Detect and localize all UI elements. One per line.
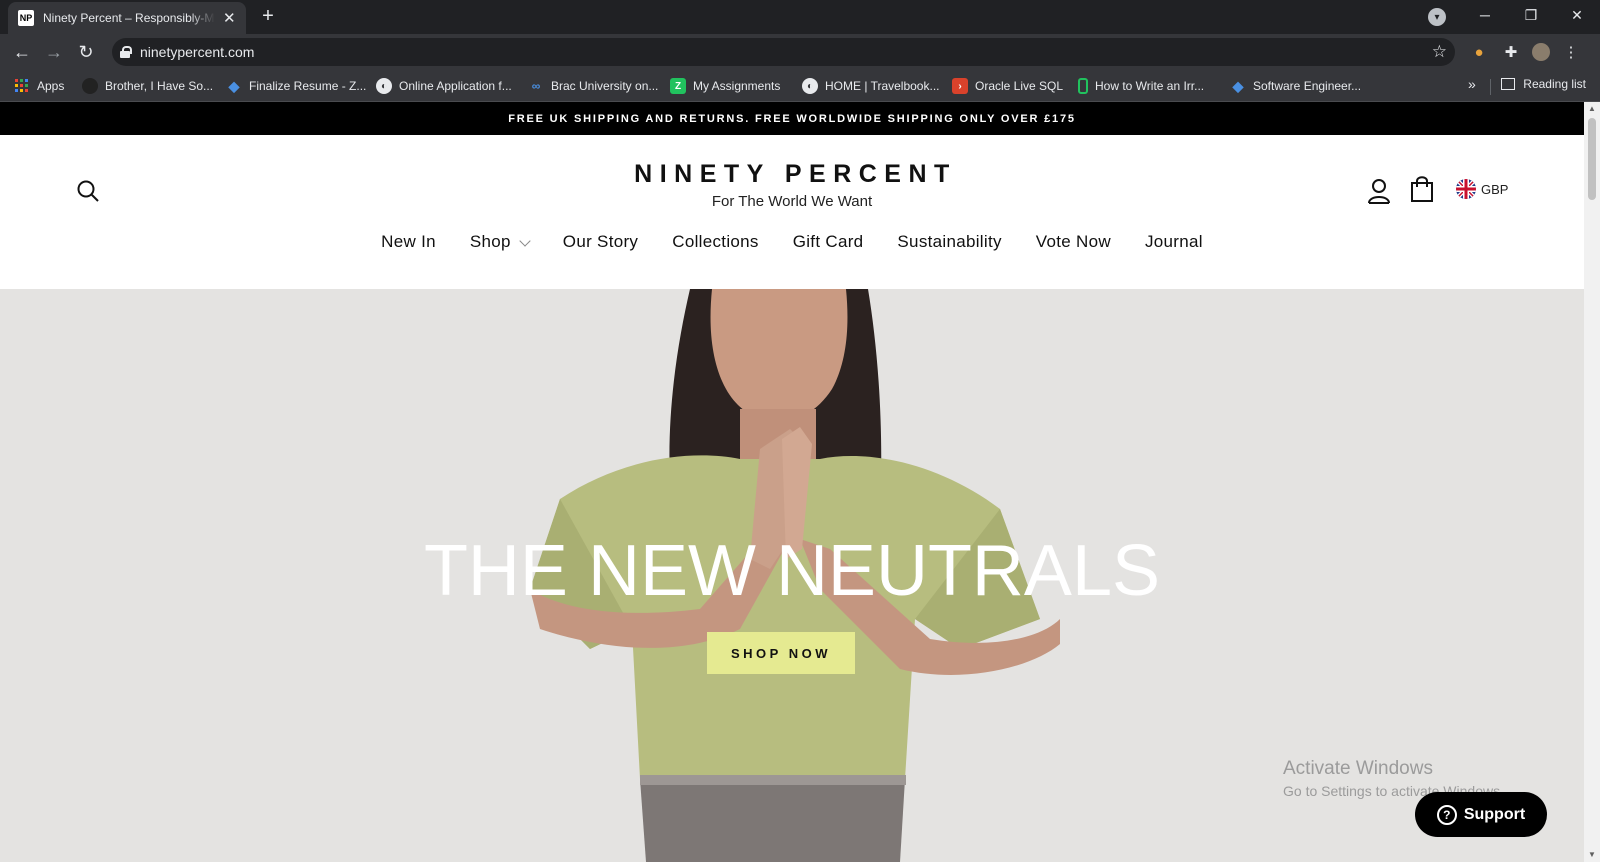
reading-list-label: Reading list: [1523, 77, 1586, 91]
nav-gift-card[interactable]: Gift Card: [793, 232, 864, 252]
nav-label: Journal: [1144, 232, 1203, 251]
site-header: NINETY PERCENT For The World We Want GBP…: [0, 135, 1584, 289]
account-icon[interactable]: [1367, 178, 1391, 204]
bookmark-item[interactable]: ◆ Finalize Resume - Z...: [226, 77, 367, 95]
uk-flag-icon: [1456, 179, 1476, 199]
shopping-bag-icon[interactable]: [1410, 175, 1434, 203]
bookmark-label: Apps: [37, 79, 65, 93]
nav-new-in[interactable]: New In: [381, 232, 436, 252]
new-tab-button[interactable]: +: [256, 5, 280, 29]
chevron-down-icon: [519, 235, 531, 247]
browser-toolbar: ← → ↻ ninetypercent.com ☆ ● ✚ ⋮: [0, 34, 1600, 70]
extension-avatar-icon[interactable]: ●: [1470, 43, 1488, 61]
bookmark-label: HOME | Travelbook...: [825, 79, 940, 93]
browser-tab-strip: NP Ninety Percent – Responsibly-Made ✕ +…: [0, 0, 1600, 34]
bookmark-item[interactable]: ∞ Brac University on...: [528, 77, 659, 95]
currency-selector[interactable]: GBP: [1456, 179, 1508, 199]
bookmark-item[interactable]: ◆ Software Engineer...: [1230, 77, 1361, 95]
bookmark-item[interactable]: ◐ Online Application f...: [376, 77, 512, 95]
watermark-title: Activate Windows: [1283, 758, 1433, 779]
apps-grid-icon: [14, 78, 30, 94]
assignments-icon: Z: [670, 78, 686, 94]
nav-label: Vote Now: [1035, 232, 1111, 251]
reload-button[interactable]: ↻: [74, 40, 98, 64]
nav-sustainability[interactable]: Sustainability: [897, 232, 1001, 252]
tab-search-icon[interactable]: ▾: [1428, 8, 1446, 26]
shop-now-button[interactable]: SHOP NOW: [707, 632, 855, 674]
zety-icon: ◆: [228, 77, 240, 94]
nav-label: Collections: [672, 232, 759, 251]
close-tab-icon[interactable]: ✕: [223, 11, 236, 26]
bookmark-item[interactable]: › Oracle Live SQL: [952, 77, 1063, 95]
link-icon: ∞: [531, 79, 541, 93]
url-text: ninetypercent.com: [140, 44, 255, 60]
nav-our-story[interactable]: Our Story: [563, 232, 638, 252]
reading-list-button[interactable]: Reading list: [1501, 77, 1586, 91]
address-bar[interactable]: ninetypercent.com ☆: [112, 38, 1455, 66]
forward-button[interactable]: →: [42, 40, 66, 64]
restore-button[interactable]: ❐: [1508, 0, 1554, 30]
bookmark-label: Software Engineer...: [1253, 79, 1362, 93]
oracle-sql-icon: ›: [952, 78, 968, 94]
globe-icon: ◐: [376, 78, 392, 94]
bookmark-label: Oracle Live SQL: [975, 79, 1064, 93]
support-button[interactable]: ? Support: [1415, 792, 1547, 837]
announcement-bar: FREE UK SHIPPING AND RETURNS. FREE WORLD…: [0, 102, 1584, 135]
scrollbar-thumb[interactable]: [1588, 118, 1596, 200]
bookmark-apps[interactable]: Apps: [14, 77, 64, 95]
site-favicon-icon: NP: [18, 10, 34, 26]
bookmarks-bar: Apps Brother, I Have So... ◆ Finalize Re…: [0, 70, 1600, 102]
nav-vote-now[interactable]: Vote Now: [1036, 232, 1111, 252]
currency-label: GBP: [1481, 181, 1509, 197]
bookmark-label: Brac University on...: [551, 79, 659, 93]
browser-menu-icon[interactable]: ⋮: [1562, 43, 1580, 61]
bookmark-star-icon[interactable]: ☆: [1432, 42, 1447, 62]
hero-title: THE NEW NEUTRALS: [423, 531, 1161, 611]
back-button[interactable]: ←: [10, 40, 34, 64]
web-page: FREE UK SHIPPING AND RETURNS. FREE WORLD…: [0, 102, 1584, 862]
bookmarks-divider: [1490, 79, 1491, 95]
document-icon: [1078, 78, 1088, 94]
zety-icon: ◆: [1232, 77, 1244, 94]
bookmark-label: Finalize Resume - Z...: [249, 79, 367, 93]
scroll-down-icon[interactable]: ▼: [1584, 848, 1600, 862]
scroll-up-icon[interactable]: ▲: [1584, 102, 1600, 116]
bookmark-label: Brother, I Have So...: [105, 79, 214, 93]
reading-list-icon: [1501, 78, 1516, 90]
close-window-button[interactable]: ✕: [1554, 0, 1600, 30]
tab-title: Ninety Percent – Responsibly-Made: [43, 11, 215, 25]
extensions-puzzle-icon[interactable]: ✚: [1502, 43, 1520, 61]
bookmark-label: How to Write an Irr...: [1095, 79, 1205, 93]
bookmark-item[interactable]: How to Write an Irr...: [1078, 77, 1204, 95]
nav-label: Our Story: [562, 232, 639, 251]
nav-journal[interactable]: Journal: [1145, 232, 1203, 252]
page-scrollbar[interactable]: ▲ ▼: [1584, 102, 1600, 862]
globe-icon: ◐: [802, 78, 818, 94]
brand-name: NINETY PERCENT: [634, 160, 957, 188]
bookmark-label: Online Application f...: [399, 79, 512, 93]
browser-tab[interactable]: NP Ninety Percent – Responsibly-Made ✕: [8, 2, 246, 34]
lock-icon[interactable]: [120, 46, 132, 58]
profile-avatar[interactable]: [1532, 43, 1550, 61]
brand-tagline: For The World We Want: [711, 193, 873, 210]
bookmark-label: My Assignments: [693, 79, 781, 93]
nav-label: Sustainability: [897, 232, 1002, 251]
nav-label: Gift Card: [792, 232, 864, 251]
nav-collections[interactable]: Collections: [672, 232, 758, 252]
nav-shop[interactable]: Shop: [469, 232, 531, 252]
more-bookmarks-button[interactable]: »: [1468, 76, 1476, 92]
main-navigation: New In Shop Our Story Collections Gift C…: [0, 232, 1584, 252]
help-icon: ?: [1436, 804, 1457, 825]
nav-label: Shop: [469, 232, 511, 251]
bookmark-item[interactable]: Brother, I Have So...: [82, 77, 213, 95]
bookmark-favicon-icon: [82, 78, 98, 94]
brand-logo[interactable]: NINETY PERCENT For The World We Want: [0, 160, 1584, 210]
nav-label: New In: [381, 232, 436, 251]
bookmark-item[interactable]: ◐ HOME | Travelbook...: [802, 77, 940, 95]
bookmark-item[interactable]: Z My Assignments: [670, 77, 780, 95]
support-label: Support: [1463, 805, 1526, 823]
minimize-button[interactable]: ─: [1462, 0, 1508, 30]
